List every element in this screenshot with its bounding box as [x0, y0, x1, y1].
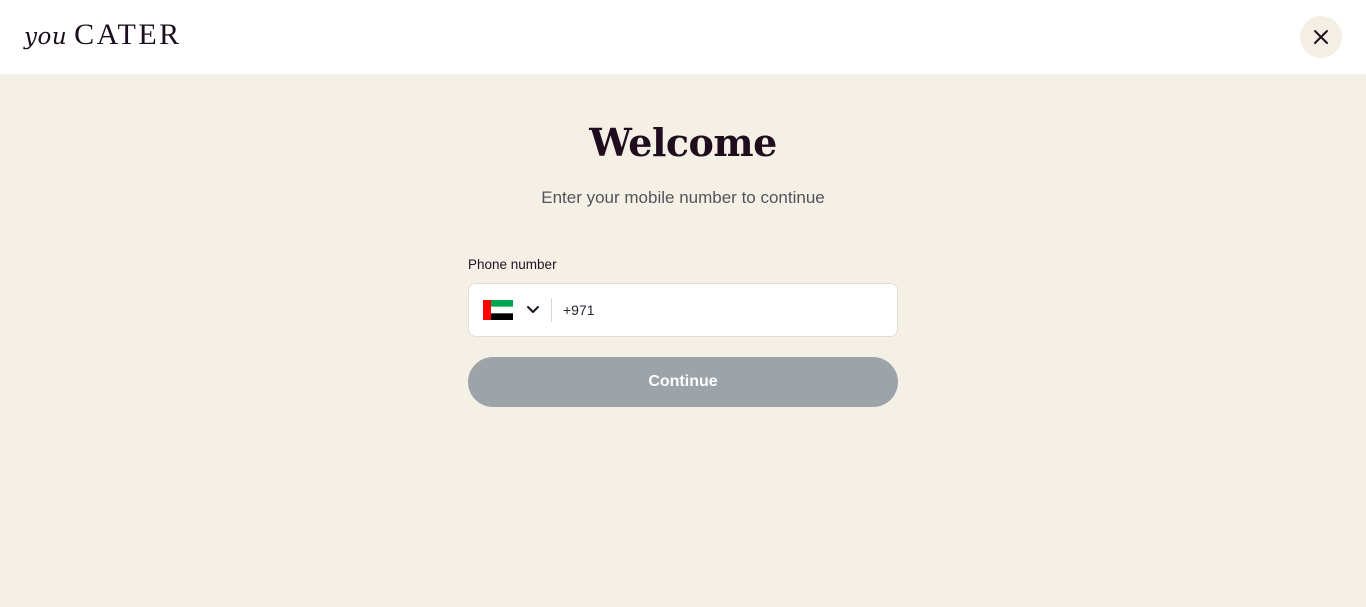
country-divider — [551, 298, 552, 322]
phone-number-label: Phone number — [468, 257, 557, 272]
top-header: you CATER — [0, 0, 1366, 74]
phone-number-input[interactable] — [553, 290, 893, 330]
youcater-logo[interactable]: you CATER — [24, 18, 182, 54]
country-code-select[interactable] — [469, 284, 551, 336]
chevron-down-icon — [527, 306, 539, 313]
phone-number-field — [468, 283, 898, 337]
login-panel: Welcome Enter your mobile number to cont… — [0, 74, 1366, 607]
logo-prefix: you — [24, 24, 68, 50]
page-title: Welcome — [589, 120, 777, 165]
logo-name: CATER — [74, 18, 182, 51]
close-icon — [1314, 30, 1328, 44]
close-button[interactable] — [1300, 16, 1342, 58]
uae-flag-icon — [483, 300, 513, 320]
page-subtitle: Enter your mobile number to continue — [541, 188, 825, 207]
continue-button[interactable]: Continue — [468, 357, 898, 407]
